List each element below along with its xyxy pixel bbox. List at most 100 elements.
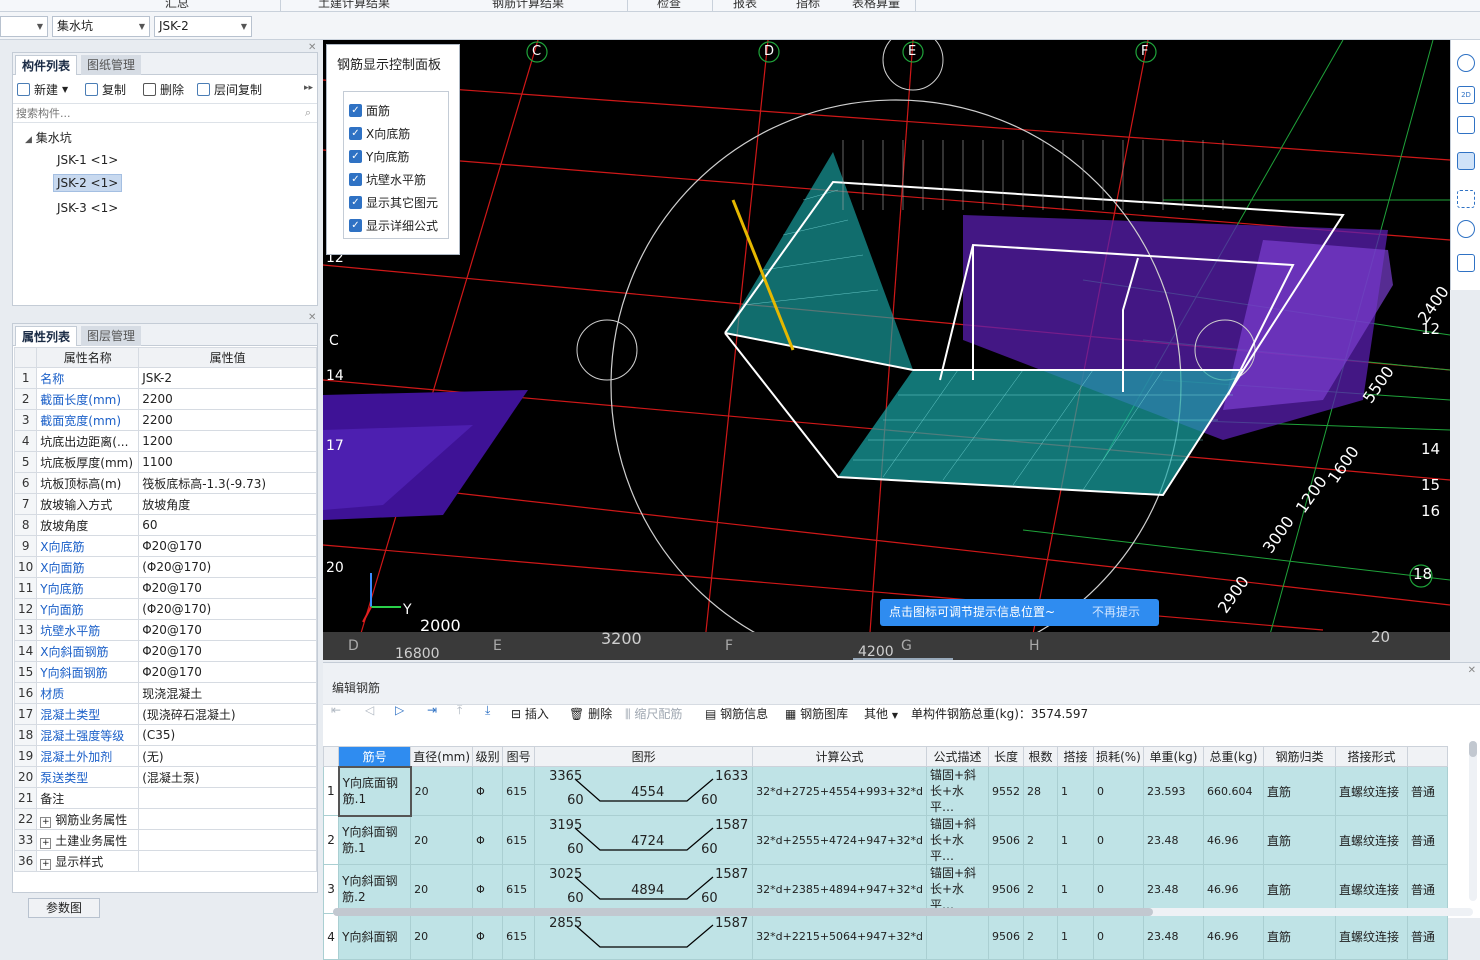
col-header[interactable]: 根数 <box>1022 746 1058 767</box>
extra[interactable]: 普通 <box>1406 864 1448 914</box>
menu-rebar-result[interactable]: 钢筋计算结果 <box>492 0 564 11</box>
property-value[interactable]: (现浇碎石混凝土) <box>138 703 317 725</box>
property-row[interactable]: 17 混凝土类型 (现浇碎石混凝土) <box>13 703 317 725</box>
col-header[interactable]: 图号 <box>502 746 536 767</box>
col-header[interactable]: 搭接 <box>1056 746 1094 767</box>
last-icon[interactable]: ⇥ <box>427 703 437 717</box>
checkbox-show-formula[interactable]: ✓ 显示详细公式 <box>349 217 438 234</box>
rebar-row[interactable]: 2 Y向斜面钢筋.1 20 Φ 615 3195 60 4724 1587 60 32*d+2555… <box>322 815 1448 865</box>
shape-cell[interactable]: 3195 60 4724 1587 60 <box>534 815 754 865</box>
col-header[interactable]: 公式描述 <box>925 746 989 767</box>
checkbox-wall-horizontal[interactable]: ✓ 坑壁水平筋 <box>349 171 426 188</box>
rebar-row[interactable]: 3 Y向斜面钢筋.2 20 Φ 615 3025 60 4894 1587 60 32*d+2385… <box>322 864 1448 914</box>
property-row[interactable]: 10 X向面筋 (Φ20@170) <box>13 556 317 578</box>
diameter[interactable]: 20 <box>410 815 474 865</box>
lap[interactable]: 1 <box>1056 766 1094 816</box>
3d-viewport[interactable]: C D E F 12 C 14 17 20 12 14 15 16 18 240… <box>323 40 1450 660</box>
close-icon[interactable]: ✕ <box>308 42 316 53</box>
property-value[interactable]: 放坡角度 <box>138 493 317 515</box>
col-header[interactable]: 直径(mm) <box>410 746 474 767</box>
property-value[interactable]: (Φ20@170) <box>138 598 317 620</box>
figure-no[interactable]: 615 <box>502 864 536 914</box>
property-value[interactable]: Φ20@170 <box>138 661 317 683</box>
rebar-name[interactable]: Y向底面钢筋.1 <box>337 765 412 817</box>
property-value[interactable]: 1200 <box>138 430 317 452</box>
diameter[interactable]: 20 <box>410 913 474 960</box>
copy-button[interactable]: 复制 <box>85 81 126 98</box>
scale-rebar-button[interactable]: ⫼ 缩尺配筋 <box>625 705 682 722</box>
cube-icon[interactable] <box>1457 116 1475 134</box>
floor-copy-button[interactable]: 层间复制 <box>197 81 262 98</box>
property-row[interactable]: 7 放坡输入方式 放坡角度 <box>13 493 317 515</box>
tab-layer-manage[interactable]: 图层管理 <box>81 326 142 346</box>
delete-button[interactable]: 删除 <box>143 81 184 98</box>
property-row[interactable]: 11 Y向底筋 Φ20@170 <box>13 577 317 599</box>
property-row[interactable]: 5 坑底板厚度(mm) 1100 <box>13 451 317 473</box>
property-row[interactable]: 3 截面宽度(mm) 2200 <box>13 409 317 431</box>
property-row[interactable]: 2 截面长度(mm) 2200 <box>13 388 317 410</box>
other-menu[interactable]: 其他 ▼ <box>864 705 898 722</box>
checkbox-x-bottom[interactable]: ✓ X向底筋 <box>349 125 410 142</box>
property-value[interactable]: 2200 <box>138 388 317 410</box>
rebar-library-button[interactable]: ▦ 钢筋图库 <box>785 705 848 722</box>
category-select[interactable]: 集水坑 ▼ <box>52 16 150 37</box>
grade[interactable]: Φ <box>472 815 504 865</box>
menu-check[interactable]: 检查 <box>657 0 681 11</box>
property-row[interactable]: 1 名称 JSK-2 <box>13 367 317 389</box>
menu-summary[interactable]: 汇总 <box>165 0 189 11</box>
search-box[interactable]: ⌕ <box>13 103 317 123</box>
property-value[interactable]: 筏板底标高-1.3(-9.73) <box>138 472 317 494</box>
tab-property-list[interactable]: 属性列表 <box>15 326 78 346</box>
formula-desc[interactable] <box>925 913 989 960</box>
property-row[interactable]: 33 + 土建业务属性 <box>13 829 317 851</box>
figure-no[interactable]: 615 <box>502 815 536 865</box>
property-row[interactable]: 22 + 钢筋业务属性 <box>13 808 317 830</box>
property-value[interactable] <box>138 787 317 809</box>
rebar-category[interactable]: 直筋 <box>1262 766 1336 816</box>
first-icon[interactable]: ⇤ <box>331 703 341 717</box>
rebar-row[interactable]: 4 Y向斜面钢 20 Φ 615 2855 1587 32*d+2215+5064+947+3… <box>322 913 1448 960</box>
count[interactable]: 2 <box>1022 864 1058 914</box>
col-header[interactable] <box>1406 746 1448 767</box>
checkbox-show-other[interactable]: ✓ 显示其它图元 <box>349 194 438 211</box>
property-row[interactable]: 14 X向斜面钢筋 Φ20@170 <box>13 640 317 662</box>
formula-desc[interactable]: 锚固+斜长+水平… <box>925 864 989 914</box>
property-row[interactable]: 20 泵送类型 (混凝土泵) <box>13 766 317 788</box>
search-input[interactable] <box>13 104 283 122</box>
close-icon[interactable]: ✕ <box>1468 665 1476 676</box>
col-header[interactable]: 总重(kg) <box>1202 746 1264 767</box>
formula[interactable]: 32*d+2215+5064+947+32*d <box>752 913 927 960</box>
property-row[interactable]: 18 混凝土强度等级 (C35) <box>13 724 317 746</box>
rotate-icon[interactable] <box>1457 54 1475 72</box>
vertical-scrollbar[interactable] <box>1469 741 1477 901</box>
checkbox-y-bottom[interactable]: ✓ Y向底筋 <box>349 148 409 165</box>
rebar-info-button[interactable]: ▤ 钢筋信息 <box>705 705 768 722</box>
property-value[interactable]: (混凝土泵) <box>138 766 317 788</box>
col-header[interactable]: 钢筋归类 <box>1262 746 1336 767</box>
checkbox-face-rebar[interactable]: ✓ 面筋 <box>349 102 390 119</box>
property-row[interactable]: 8 放坡角度 60 <box>13 514 317 536</box>
property-row[interactable]: 16 材质 现浇混凝土 <box>13 682 317 704</box>
extra[interactable]: 普通 <box>1406 913 1448 960</box>
search-icon[interactable]: ⌕ <box>305 106 311 120</box>
property-value[interactable] <box>138 850 317 872</box>
property-value[interactable]: (Φ20@170) <box>138 556 317 578</box>
formula-desc[interactable]: 锚固+斜长+水平… <box>925 766 989 816</box>
tab-component-list[interactable]: 构件列表 <box>15 55 78 75</box>
col-header[interactable]: 单重(kg) <box>1142 746 1204 767</box>
loss[interactable]: 0 <box>1092 864 1144 914</box>
col-header[interactable]: 图形 <box>534 746 754 767</box>
rebar-name[interactable]: Y向斜面钢 <box>338 913 412 960</box>
col-header[interactable]: 搭接形式 <box>1334 746 1408 767</box>
menu-civil-result[interactable]: 土建计算结果 <box>318 0 390 11</box>
menu-table-calc[interactable]: 表格算量 <box>852 0 900 11</box>
lap[interactable]: 1 <box>1056 913 1094 960</box>
property-value[interactable]: 现浇混凝土 <box>138 682 317 704</box>
grade[interactable]: Φ <box>472 864 504 914</box>
horizontal-scrollbar[interactable] <box>333 908 1473 916</box>
diameter[interactable]: 20 <box>410 766 474 816</box>
property-row[interactable]: 13 坑壁水平筋 Φ20@170 <box>13 619 317 641</box>
floor-select[interactable]: ▼ <box>0 16 48 37</box>
lap-form[interactable]: 直螺纹连接 <box>1334 864 1408 914</box>
move-down-icon[interactable]: ⤓ <box>485 703 490 718</box>
